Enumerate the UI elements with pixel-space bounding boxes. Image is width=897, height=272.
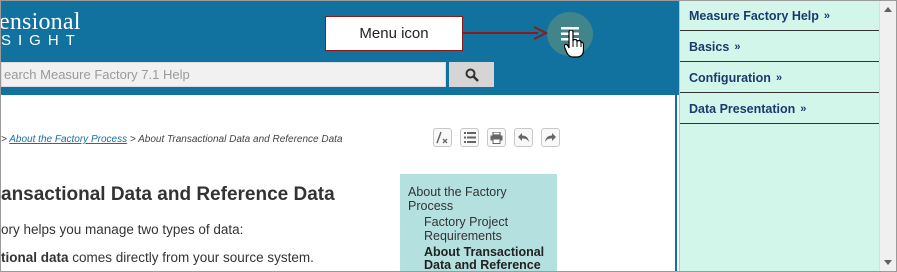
scroll-down-button[interactable] — [880, 254, 896, 271]
nav-item-label: Basics — [689, 39, 730, 54]
side-navigation: Measure Factory Help » Basics » Configurat… — [679, 1, 880, 271]
breadcrumb-separator: > — [127, 134, 139, 145]
search-field[interactable] — [1, 62, 446, 87]
list-icon — [463, 132, 476, 143]
forward-icon — [545, 133, 556, 142]
nav-item-data-presentation[interactable]: Data Presentation » — [680, 94, 880, 124]
body-text: tional data comes directly from your sou… — [1, 250, 314, 265]
chevron-right-icon: » — [734, 40, 741, 53]
page-title: ansactional Data and Reference Data — [1, 184, 335, 205]
toc-item-requirements[interactable]: Factory Project Requirements — [424, 215, 552, 243]
nav-item-label: Data Presentation — [689, 101, 796, 116]
back-icon — [518, 133, 529, 142]
body-text-rest: comes directly from your source system. — [68, 250, 314, 265]
topic-toc-panel: About the Factory Process Factory Projec… — [400, 174, 557, 272]
hand-cursor-icon — [564, 30, 584, 58]
chevron-right-icon: » — [775, 71, 783, 84]
remove-highlight-button[interactable] — [433, 128, 452, 147]
menu-icon-callout: Menu icon — [325, 16, 463, 51]
breadcrumb: > About the Factory Process > About Tran… — [1, 134, 343, 145]
topic-toolbar — [433, 128, 560, 147]
nav-item-basics[interactable]: Basics » — [680, 32, 880, 62]
help-window: ensional SIGHT Menu icon — [0, 0, 897, 272]
chevron-right-icon: » — [800, 102, 807, 115]
toc-item-current[interactable]: About Transactional Data and Reference — [424, 246, 554, 272]
scroll-up-button[interactable] — [880, 1, 896, 18]
logo-subtext: SIGHT — [1, 32, 82, 49]
nav-item-configuration[interactable]: Configuration » — [680, 63, 880, 93]
callout-arrow-icon — [462, 26, 549, 40]
back-button[interactable] — [514, 128, 533, 147]
nav-item-measure-factory-help[interactable]: Measure Factory Help » — [680, 1, 880, 31]
remove-highlight-icon — [436, 131, 448, 144]
body-text-bold: tional data — [1, 250, 69, 265]
chevron-right-icon: » — [823, 9, 831, 22]
breadcrumb-separator: > — [1, 134, 10, 145]
print-button[interactable] — [487, 128, 506, 147]
nav-item-label: Measure Factory Help — [689, 8, 819, 23]
breadcrumb-current: About Transactional Data and Reference D… — [138, 134, 343, 145]
scroll-down-icon — [884, 260, 892, 265]
list-button[interactable] — [460, 128, 479, 147]
breadcrumb-link[interactable]: About the Factory Process — [9, 134, 127, 145]
toc-item-parent[interactable]: About the Factory Process — [408, 185, 548, 213]
intro-text: ory helps you manage two types of data: — [1, 222, 244, 237]
print-icon — [490, 131, 503, 144]
search-input[interactable] — [2, 63, 444, 86]
search-icon — [465, 68, 479, 82]
vertical-scrollbar[interactable] — [879, 1, 896, 271]
scroll-up-icon — [884, 7, 892, 12]
search-button[interactable] — [449, 62, 494, 87]
nav-item-label: Configuration — [689, 70, 771, 85]
forward-button[interactable] — [541, 128, 560, 147]
